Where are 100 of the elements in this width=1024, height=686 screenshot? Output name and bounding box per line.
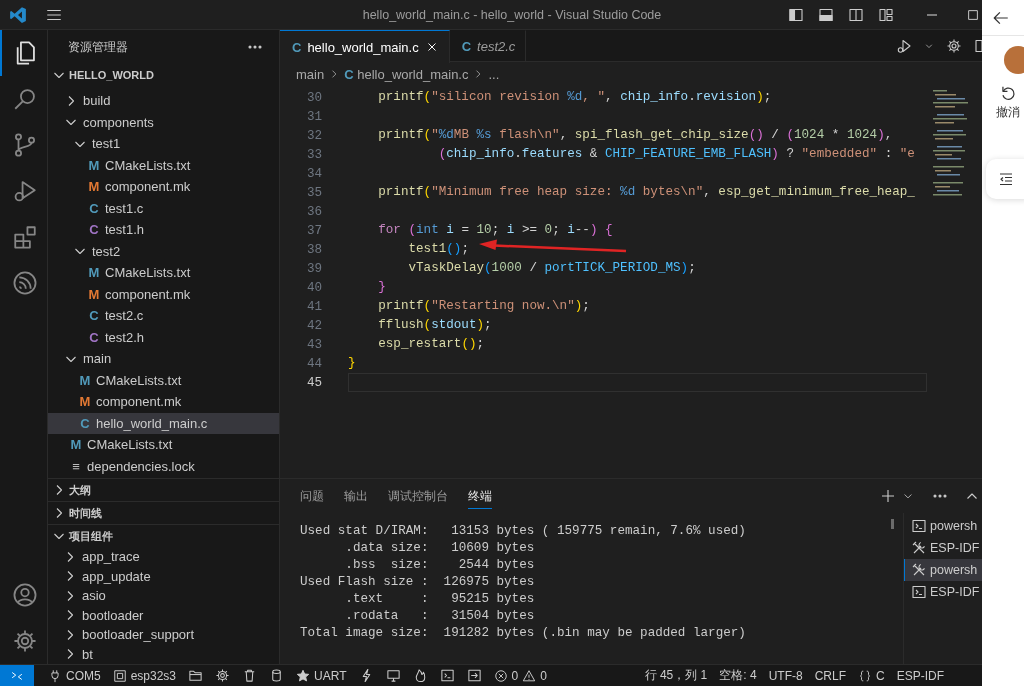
panel-layout-icon[interactable]	[818, 6, 834, 23]
settings-icon[interactable]	[11, 628, 38, 654]
editor-tab[interactable]: C hello_world_main.c	[280, 30, 450, 63]
code-line: printf("silicon revision %d, ", chip_info.revision);	[377, 89, 772, 106]
file-tree-item[interactable]: M component.mk	[48, 391, 279, 413]
panel-tab[interactable]: 问题	[300, 483, 324, 509]
component-item[interactable]: app_update	[48, 566, 279, 586]
enter-icon[interactable]	[466, 668, 482, 683]
encoding[interactable]: UTF-8	[762, 664, 809, 686]
line-number: 41	[305, 299, 322, 314]
plug-icon	[48, 668, 62, 683]
sidebar-title: 资源管理器	[68, 38, 128, 56]
file-tree-item[interactable]: C test1.h	[48, 219, 279, 241]
editor-tab[interactable]: C test2.c	[449, 30, 527, 61]
code-line: (chip_info.features & CHIP_FEATURE_EMB_FLASH) ? "embedded" : "e	[437, 146, 915, 163]
settings-icon[interactable]	[215, 668, 231, 683]
component-item[interactable]: bootloader	[48, 605, 279, 625]
file-tree-item[interactable]: M CMakeLists.txt	[48, 369, 279, 391]
file-tree-item[interactable]: M component.mk	[48, 176, 279, 198]
file-tree-item[interactable]: test1	[48, 133, 279, 155]
file-tree-item[interactable]: M CMakeLists.txt	[48, 154, 279, 176]
problems-button[interactable]: 0 0	[487, 664, 553, 686]
remote-button[interactable]	[0, 664, 34, 686]
breadcrumb[interactable]: ...	[488, 66, 500, 82]
code-line: printf("Minimum free heap size: %d bytes\n", esp_get_minimum_free_heap_	[377, 184, 915, 201]
file-tree-item[interactable]: build	[48, 90, 279, 112]
settings-icon[interactable]	[946, 37, 962, 54]
breadcrumb[interactable]: C hello_world_main.c	[344, 66, 469, 82]
extension-status[interactable]: ESP-IDF	[890, 664, 950, 686]
code-line: for (int i = 10; i >= 0; i--) {	[377, 222, 613, 239]
file-tree-item[interactable]: M CMakeLists.txt	[48, 434, 279, 456]
signal-icon[interactable]	[11, 270, 38, 296]
file-tree-item[interactable]: C test2.c	[48, 305, 279, 327]
port-button[interactable]: COM5	[42, 664, 107, 686]
line-number: 34	[305, 166, 322, 181]
indentation[interactable]: 空格: 4	[713, 664, 763, 686]
line-number: 30	[305, 90, 322, 105]
extensions-icon[interactable]	[11, 224, 38, 250]
sidebar-layout-icon[interactable]	[788, 6, 804, 23]
account-icon[interactable]	[11, 582, 38, 608]
line-number: 33	[305, 147, 322, 162]
code-line: fflush(stdout);	[377, 317, 492, 334]
component-item[interactable]: asio	[48, 586, 279, 606]
star-icon	[296, 668, 311, 683]
outline-toggle[interactable]	[986, 159, 1024, 199]
folder-icon[interactable]	[188, 668, 204, 683]
line-number: 43	[305, 337, 322, 352]
file-tree-item[interactable]: C hello_world_main.c	[48, 412, 279, 434]
terminal-icon[interactable]	[439, 668, 455, 683]
file-tree-item[interactable]: ≡ dependencies.lock	[48, 455, 279, 477]
file-tree-item[interactable]: main	[48, 348, 279, 370]
section-header[interactable]: 项目组件	[48, 524, 279, 547]
code-line: printf("Restarting now.\n");	[377, 298, 590, 315]
component-item[interactable]: bt	[48, 644, 279, 664]
code-line: }	[348, 355, 356, 372]
panel-tab[interactable]: 调试控制台	[388, 483, 448, 509]
line-number: 35	[305, 185, 322, 200]
line-number: 42	[305, 318, 322, 333]
terminal-tab[interactable]: ESP-IDF	[904, 537, 982, 559]
file-tree-item[interactable]: components	[48, 111, 279, 133]
chip-icon	[112, 668, 127, 683]
maximize-icon[interactable]	[966, 7, 980, 22]
code-line: printf("%dMB %s flash\n", spi_flash_get_chip_size() / (1024 * 1024),	[377, 127, 893, 144]
terminal-tab[interactable]: powersh	[904, 515, 982, 537]
undo-icon[interactable]	[999, 84, 1017, 102]
code-line: vTaskDelay(1000 / portTICK_PERIOD_MS);	[407, 260, 696, 277]
file-tree-item[interactable]: C test2.h	[48, 326, 279, 348]
workspace-header[interactable]: HELLO_WORLD	[48, 64, 279, 86]
file-tree-item[interactable]: M CMakeLists.txt	[48, 262, 279, 284]
cursor-position[interactable]: 行 45，列 1	[638, 664, 714, 686]
file-tree-item[interactable]: test2	[48, 240, 279, 262]
tools-icon	[911, 562, 927, 578]
plus-icon[interactable]	[880, 488, 896, 504]
component-item[interactable]: app_trace	[48, 547, 279, 567]
language-mode[interactable]: C	[852, 664, 891, 686]
component-item[interactable]: bootloader_support	[48, 625, 279, 645]
line-number: 45	[305, 375, 322, 390]
terminal-tab[interactable]: powersh	[904, 559, 982, 581]
warning-icon	[522, 668, 537, 683]
panel-tab[interactable]: 输出	[344, 483, 368, 509]
code-line: test1();	[407, 241, 469, 258]
split-layout-icon[interactable]	[848, 6, 864, 23]
section-header[interactable]: 时间线	[48, 501, 279, 524]
undo-label[interactable]: 撤消	[996, 104, 1020, 121]
code-line: }	[377, 279, 386, 296]
file-tree-item[interactable]: C test1.c	[48, 197, 279, 219]
tools-icon	[911, 540, 927, 556]
terminal-tab[interactable]: ESP-IDF	[904, 581, 982, 603]
monitor-icon[interactable]	[385, 668, 401, 683]
run-debug-icon[interactable]	[896, 37, 912, 54]
section-header[interactable]: 大纲	[48, 478, 279, 501]
panel-tab[interactable]: 终端	[468, 483, 492, 509]
line-number: 38	[305, 242, 322, 257]
custom-layout-icon[interactable]	[878, 6, 894, 23]
file-tree-item[interactable]: M component.mk	[48, 283, 279, 305]
monitor-mode-button[interactable]: UART	[290, 664, 353, 686]
avatar[interactable]	[1004, 46, 1024, 74]
breadcrumb[interactable]: main	[296, 66, 325, 82]
line-ending[interactable]: CRLF	[808, 664, 852, 686]
target-button[interactable]: esp32s3	[106, 664, 183, 686]
